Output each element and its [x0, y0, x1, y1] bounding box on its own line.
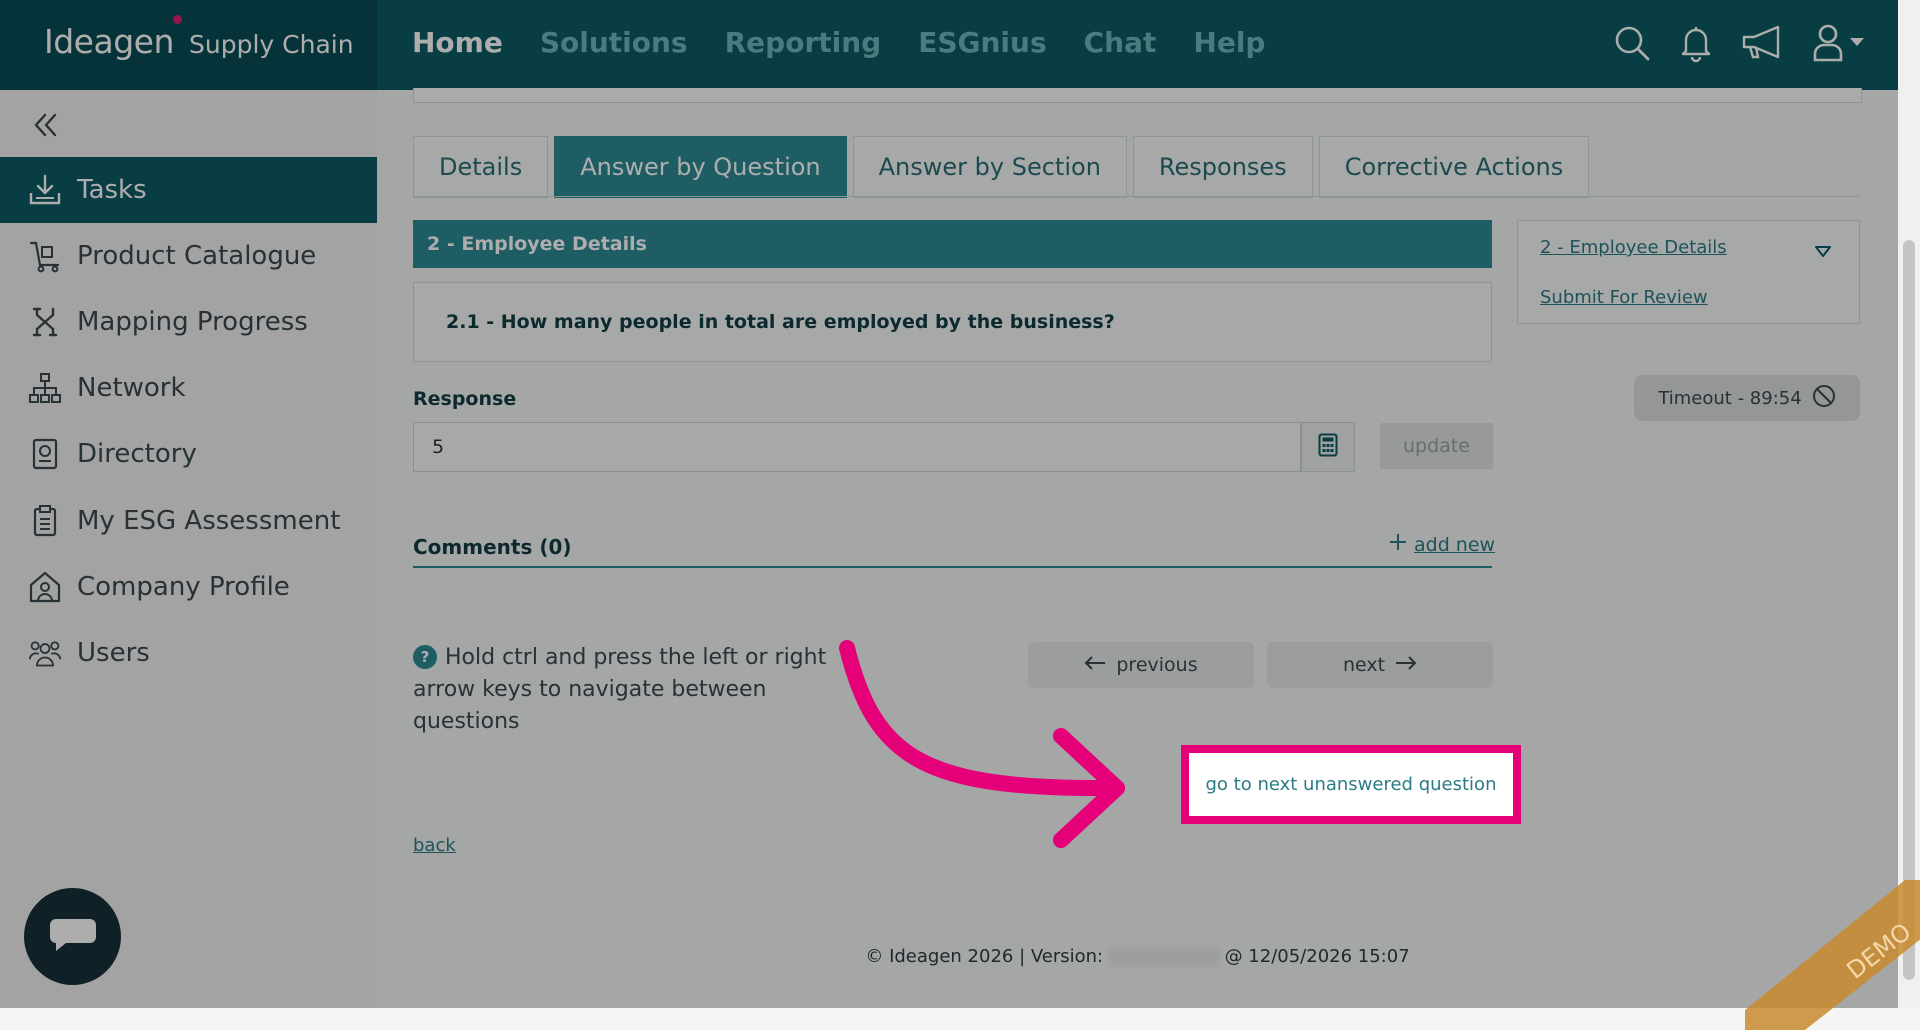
tab-corrective-actions[interactable]: Corrective Actions: [1318, 136, 1590, 198]
calculator-icon: [1318, 433, 1338, 461]
nav-solutions[interactable]: Solutions: [540, 26, 688, 59]
sidebar-item-users[interactable]: Users: [0, 620, 377, 686]
next-unanswered-question-link[interactable]: go to next unanswered question: [1181, 745, 1521, 824]
back-link[interactable]: back: [413, 835, 456, 856]
sidebar-item-mapping-progress[interactable]: Mapping Progress: [0, 289, 377, 355]
main-nav: Home Solutions Reporting ESGnius Chat He…: [412, 26, 1265, 59]
scrollbar[interactable]: [1898, 0, 1920, 1008]
ban-icon: [1812, 384, 1836, 413]
top-bar: Ideagen Supply Chain Home Solutions Repo…: [0, 0, 1898, 90]
section-link[interactable]: 2 - Employee Details: [1540, 237, 1727, 258]
directory-icon: [28, 437, 62, 471]
nav-esgnius[interactable]: ESGnius: [918, 26, 1046, 59]
sidebar-item-label: Users: [77, 638, 150, 668]
building-icon: [28, 570, 62, 604]
nav-chat[interactable]: Chat: [1084, 26, 1157, 59]
submit-for-review-link[interactable]: Submit For Review: [1540, 287, 1708, 308]
trolley-icon: [28, 239, 62, 273]
nav-reporting[interactable]: Reporting: [725, 26, 882, 59]
next-button[interactable]: next: [1267, 642, 1493, 688]
response-label: Response: [413, 388, 517, 410]
sidebar-item-product-catalogue[interactable]: Product Catalogue: [0, 223, 377, 289]
section-navigator: 2 - Employee Details Submit For Review: [1517, 220, 1860, 324]
tab-answer-by-section[interactable]: Answer by Section: [852, 136, 1127, 198]
update-button[interactable]: update: [1380, 423, 1493, 469]
comments-divider: [413, 566, 1492, 568]
megaphone-icon[interactable]: [1740, 23, 1786, 63]
next-label: next: [1342, 654, 1386, 676]
user-menu-icon[interactable]: [1812, 22, 1868, 64]
tab-details[interactable]: Details: [413, 136, 549, 198]
sidebar-item-label: Directory: [77, 439, 197, 469]
tab-answer-by-question[interactable]: Answer by Question: [554, 136, 847, 198]
caret-down-icon[interactable]: [1815, 243, 1831, 262]
previous-button[interactable]: previous: [1028, 642, 1254, 688]
tabs-divider: [413, 196, 1860, 197]
scrollbar-thumb[interactable]: [1903, 240, 1915, 980]
add-new-label: add new: [1414, 533, 1496, 556]
bell-icon[interactable]: [1678, 23, 1714, 63]
download-tray-icon: [28, 173, 62, 207]
footer-copyright: © Ideagen 2026 | Version:: [865, 946, 1104, 967]
search-icon[interactable]: [1612, 23, 1652, 63]
response-input[interactable]: 5: [413, 422, 1301, 472]
sidebar: Tasks Product Catalogue Mapping Progress…: [0, 90, 377, 1008]
sidebar-item-directory[interactable]: Directory: [0, 421, 377, 487]
sidebar-item-tasks[interactable]: Tasks: [0, 157, 377, 223]
question-mark-icon: ?: [413, 645, 437, 669]
arrow-left-icon: [1084, 654, 1106, 676]
clipboard-icon: [28, 504, 62, 538]
footer-timestamp: @ 12/05/2026 15:07: [1224, 946, 1410, 967]
main-content: Details Answer by Question Answer by Sec…: [377, 88, 1898, 1008]
route-icon: [28, 305, 62, 339]
sidebar-item-label: Company Profile: [77, 572, 290, 602]
logo-text: Ideagen: [44, 22, 174, 61]
sidebar-item-my-esg-assessment[interactable]: My ESG Assessment: [0, 488, 377, 554]
tab-responses[interactable]: Responses: [1132, 136, 1313, 198]
section-header: 2 - Employee Details: [413, 220, 1492, 268]
timeout-badge: Timeout - 89:54: [1634, 375, 1860, 421]
question-text: 2.1 - How many people in total are emplo…: [413, 282, 1492, 362]
collapse-sidebar-icon[interactable]: [30, 110, 60, 144]
chat-widget-button[interactable]: [24, 888, 121, 985]
sidebar-item-label: Product Catalogue: [77, 241, 317, 271]
logo-subtext: Supply Chain: [189, 30, 354, 59]
arrow-right-icon: [1395, 654, 1417, 676]
chat-icon: [48, 915, 98, 959]
logo[interactable]: Ideagen Supply Chain: [0, 0, 377, 90]
users-icon: [28, 636, 62, 670]
sidebar-item-network[interactable]: Network: [0, 355, 377, 421]
top-icons: [1612, 22, 1868, 64]
nav-help[interactable]: Help: [1193, 26, 1265, 59]
previous-label: previous: [1116, 654, 1198, 676]
sidebar-item-label: Network: [77, 373, 186, 403]
add-comment-link[interactable]: add new: [1388, 532, 1495, 557]
keyboard-hint: ? Hold ctrl and press the left or right a…: [413, 642, 843, 738]
plus-icon: [1388, 532, 1408, 557]
timeout-label: Timeout - 89:54: [1658, 387, 1802, 409]
sidebar-item-label: Tasks: [77, 175, 147, 205]
keyboard-hint-text: Hold ctrl and press the left or right ar…: [413, 645, 827, 734]
nav-home[interactable]: Home: [412, 26, 503, 59]
comments-label: Comments (0): [413, 535, 572, 559]
footer: © Ideagen 2026 | Version: @ 12/05/2026 1…: [377, 946, 1898, 967]
sidebar-item-company-profile[interactable]: Company Profile: [0, 554, 377, 620]
calculator-button[interactable]: [1301, 422, 1355, 472]
header-strip: [413, 88, 1862, 103]
network-icon: [28, 371, 62, 405]
sidebar-item-label: Mapping Progress: [77, 307, 308, 337]
version-redacted: [1108, 947, 1219, 967]
tab-bar: Details Answer by Question Answer by Sec…: [413, 136, 1590, 198]
sidebar-item-label: My ESG Assessment: [77, 506, 341, 536]
logo-dot: [173, 15, 182, 24]
